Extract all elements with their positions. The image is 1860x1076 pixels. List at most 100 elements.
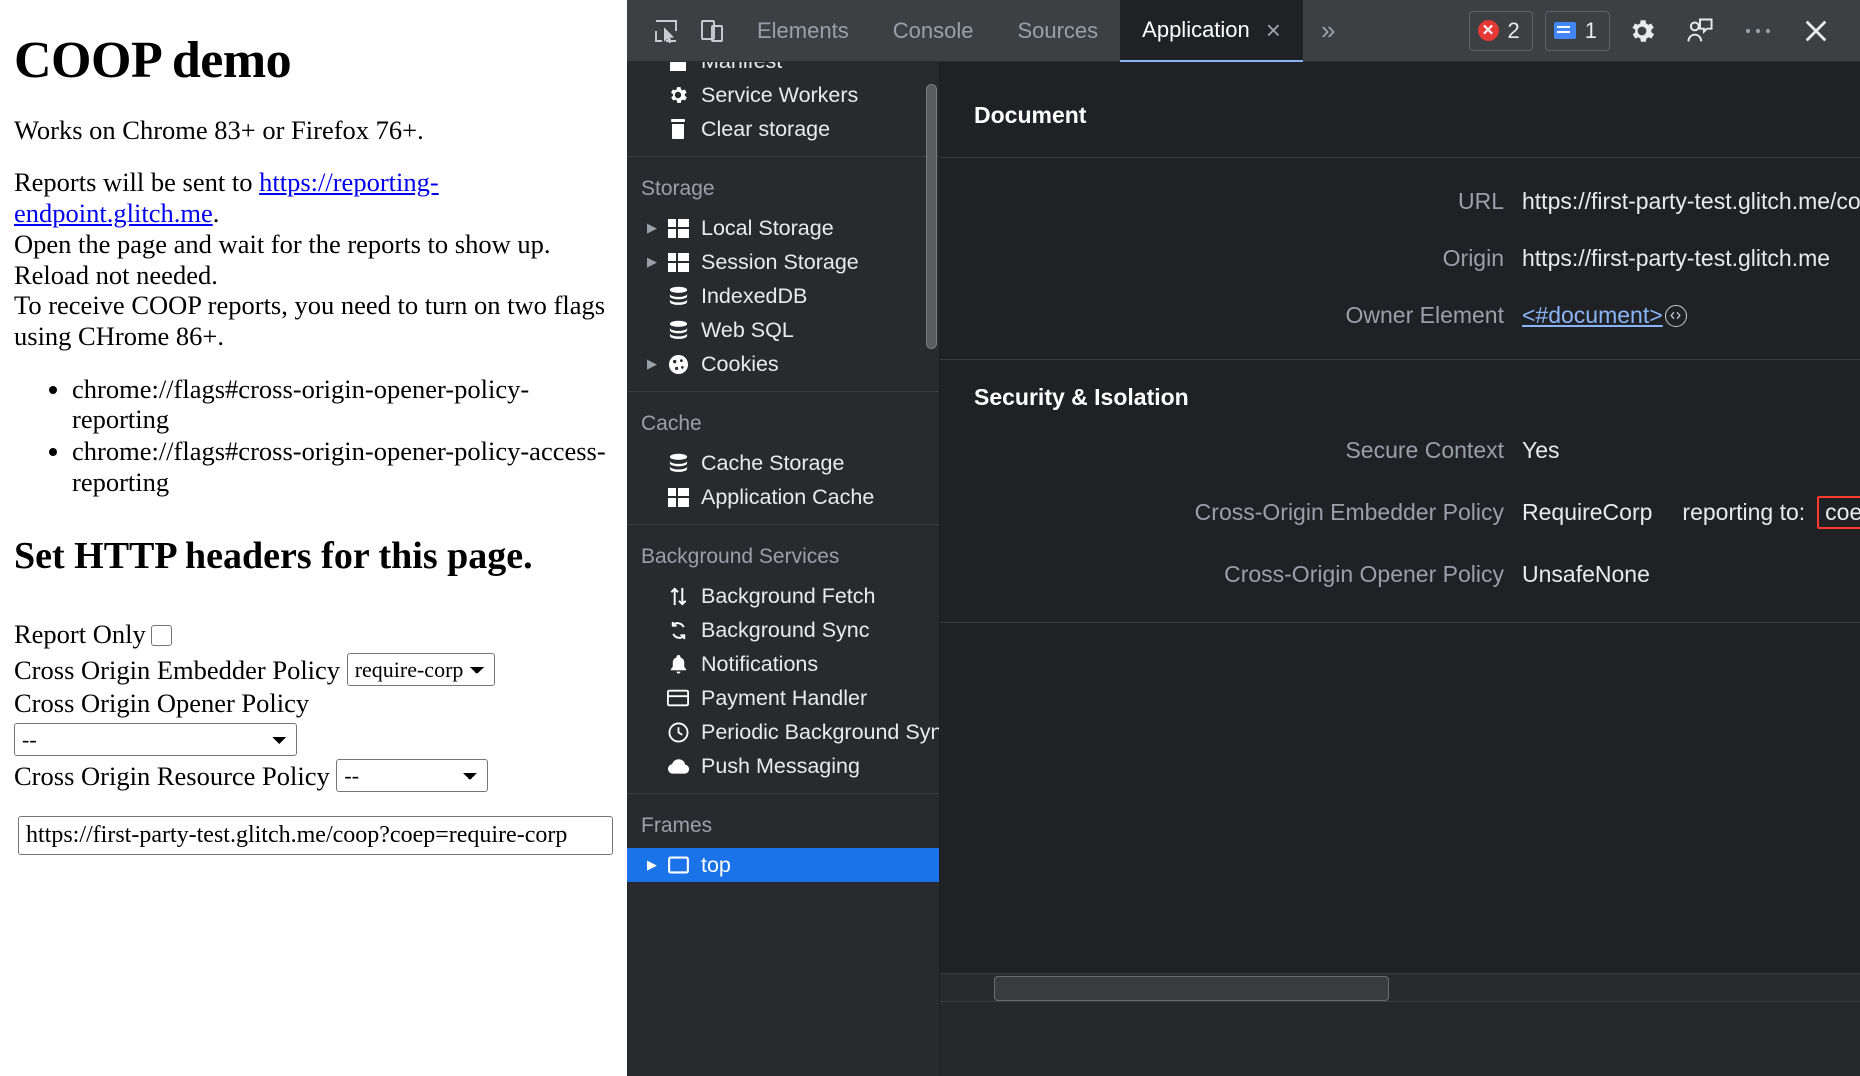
sidebar-item-cache-storage[interactable]: ▶ Cache Storage xyxy=(627,446,939,480)
coop-select[interactable]: -- xyxy=(14,723,297,756)
sidebar-item-periodic-background-sync[interactable]: ▶ Periodic Background Sync xyxy=(627,715,939,749)
owner-element-link[interactable]: <#document> xyxy=(1522,302,1663,329)
sidebar-item-label: Push Messaging xyxy=(701,754,860,779)
open-page-instruction: Open the page and wait for the reports t… xyxy=(14,229,613,290)
credit-card-icon xyxy=(663,689,693,707)
chevron-right-icon: ▶ xyxy=(641,121,663,137)
horizontal-scrollbar-thumb[interactable] xyxy=(994,976,1389,1001)
sidebar-item-payment-handler[interactable]: ▶ Payment Handler xyxy=(627,681,939,715)
sidebar-item-label: Background Sync xyxy=(701,618,870,643)
coep-value: RequireCorp xyxy=(1522,499,1652,526)
sidebar-item-background-sync[interactable]: ▶ Background Sync xyxy=(627,613,939,647)
row-value-container: https://first-party-test.glitch.me xyxy=(1522,245,1830,272)
sidebar-item-session-storage[interactable]: ▶ Session Storage xyxy=(627,245,939,279)
coop-label: Cross Origin Opener Policy xyxy=(14,688,309,718)
divider xyxy=(627,156,939,157)
devtools-panel: Elements Console Sources Application × »… xyxy=(627,0,1860,1076)
frame-icon xyxy=(663,856,693,874)
sidebar-item-label: Payment Handler xyxy=(701,686,867,711)
chevron-right-icon[interactable]: ▶ xyxy=(641,254,663,270)
security-section-heading: Security & Isolation xyxy=(940,360,1860,411)
document-section: Document URL https://first-party-test.gl… xyxy=(940,62,1860,360)
sidebar-item-local-storage[interactable]: ▶ Local Storage xyxy=(627,211,939,245)
chevron-right-icon: ▶ xyxy=(641,288,663,304)
sidebar-item-web-sql[interactable]: ▶ Web SQL xyxy=(627,313,939,347)
error-count-badge[interactable]: ✕ 2 xyxy=(1469,11,1533,51)
message-icon xyxy=(1554,22,1576,39)
row-label: Secure Context xyxy=(940,437,1522,464)
row-secure-context: Secure Context Yes xyxy=(940,437,1860,464)
row-label: URL xyxy=(940,188,1522,215)
corp-select[interactable]: -- xyxy=(336,759,488,792)
sidebar-item-manifest[interactable]: ▶ Manifest xyxy=(627,62,939,78)
chevron-right-icon: ▶ xyxy=(641,62,663,69)
sidebar-item-cookies[interactable]: ▶ Cookies xyxy=(627,347,939,381)
url-value: https://first-party-test.glitch.me/co… xyxy=(1522,188,1860,215)
panel-bottom-area xyxy=(940,1002,1860,1076)
sidebar-item-label: Local Storage xyxy=(701,216,834,241)
report-only-checkbox[interactable] xyxy=(151,625,172,646)
sidebar-item-notifications[interactable]: ▶ Notifications xyxy=(627,647,939,681)
tab-label: Console xyxy=(893,18,974,44)
sidebar-scrollbar[interactable] xyxy=(926,84,937,349)
sidebar-group-application: ▶ Manifest ▶ xyxy=(627,62,939,146)
gear-icon[interactable] xyxy=(1616,7,1668,55)
device-toolbar-icon[interactable] xyxy=(689,9,735,53)
cookie-icon xyxy=(663,354,693,375)
sidebar-item-frame-top[interactable]: ▶ top xyxy=(627,848,939,882)
sidebar-item-application-cache[interactable]: ▶ Application Cache xyxy=(627,480,939,514)
tab-elements[interactable]: Elements xyxy=(735,0,871,62)
sidebar-item-label: Background Fetch xyxy=(701,584,876,609)
chevron-right-icon[interactable]: ▶ xyxy=(641,220,663,236)
tab-label: Sources xyxy=(1017,18,1098,44)
tab-console[interactable]: Console xyxy=(871,0,996,62)
chevron-right-icon[interactable]: ▶ xyxy=(641,356,663,372)
trash-icon xyxy=(663,118,693,140)
close-icon[interactable] xyxy=(1790,7,1842,55)
toolbar-right-actions: ✕ 2 1 xyxy=(1457,7,1860,55)
more-options-icon[interactable] xyxy=(1732,7,1784,55)
coep-reporting-endpoint-highlight[interactable]: coep xyxy=(1817,496,1860,529)
code-icon[interactable] xyxy=(1665,305,1687,327)
sidebar-item-clear-storage[interactable]: ▶ Clear storage xyxy=(627,112,939,146)
screen: COOP demo Works on Chrome 83+ or Firefox… xyxy=(0,0,1860,1076)
sidebar-item-background-fetch[interactable]: ▶ Background Fetch xyxy=(627,579,939,613)
divider xyxy=(627,793,939,794)
feedback-person-icon[interactable] xyxy=(1674,7,1726,55)
sidebar-item-label: Web SQL xyxy=(701,318,794,343)
inspect-element-icon[interactable] xyxy=(643,9,689,53)
more-tabs-icon[interactable]: » xyxy=(1303,0,1353,62)
sidebar-item-service-workers[interactable]: ▶ Service Workers xyxy=(627,78,939,112)
coop-row: Cross Origin Opener Policy -- xyxy=(14,688,613,756)
chevron-right-icon: ▶ xyxy=(641,322,663,338)
coep-select[interactable]: require-corp xyxy=(347,653,495,686)
horizontal-scrollbar[interactable] xyxy=(940,973,1860,1002)
frame-details-panel: Document URL https://first-party-test.gl… xyxy=(940,62,1860,1076)
row-coep: Cross-Origin Embedder Policy RequireCorp… xyxy=(940,496,1860,529)
generated-url-input[interactable] xyxy=(18,816,613,855)
sidebar-item-push-messaging[interactable]: ▶ Push Messaging xyxy=(627,749,939,783)
chevron-right-icon: ▶ xyxy=(641,622,663,638)
chevron-right-icon[interactable]: ▶ xyxy=(641,857,663,873)
row-label: Owner Element xyxy=(940,302,1522,329)
flags-list: chrome://flags#cross-origin-opener-polic… xyxy=(14,374,613,498)
info-count-label: 1 xyxy=(1585,18,1597,44)
tab-sources[interactable]: Sources xyxy=(995,0,1120,62)
sidebar-item-label: Notifications xyxy=(701,652,818,677)
chevron-right-icon: ▶ xyxy=(641,588,663,604)
sidebar-item-indexeddb[interactable]: ▶ IndexedDB xyxy=(627,279,939,313)
row-value-container: UnsafeNone xyxy=(1522,561,1650,588)
table-icon xyxy=(663,253,693,272)
clock-icon xyxy=(663,722,693,743)
corp-label: Cross Origin Resource Policy xyxy=(14,761,330,791)
reports-prefix-text: Reports will be sent to xyxy=(14,167,259,197)
tab-application[interactable]: Application × xyxy=(1120,0,1303,62)
corp-row: Cross Origin Resource Policy -- xyxy=(14,759,613,793)
info-count-badge[interactable]: 1 xyxy=(1545,11,1610,51)
close-tab-icon[interactable]: × xyxy=(1266,17,1281,43)
divider xyxy=(627,524,939,525)
chevron-right-icon: ▶ xyxy=(641,87,663,103)
devtools-body: ▶ Manifest ▶ xyxy=(627,62,1860,1076)
chevron-right-icon: ▶ xyxy=(641,489,663,505)
divider xyxy=(627,391,939,392)
